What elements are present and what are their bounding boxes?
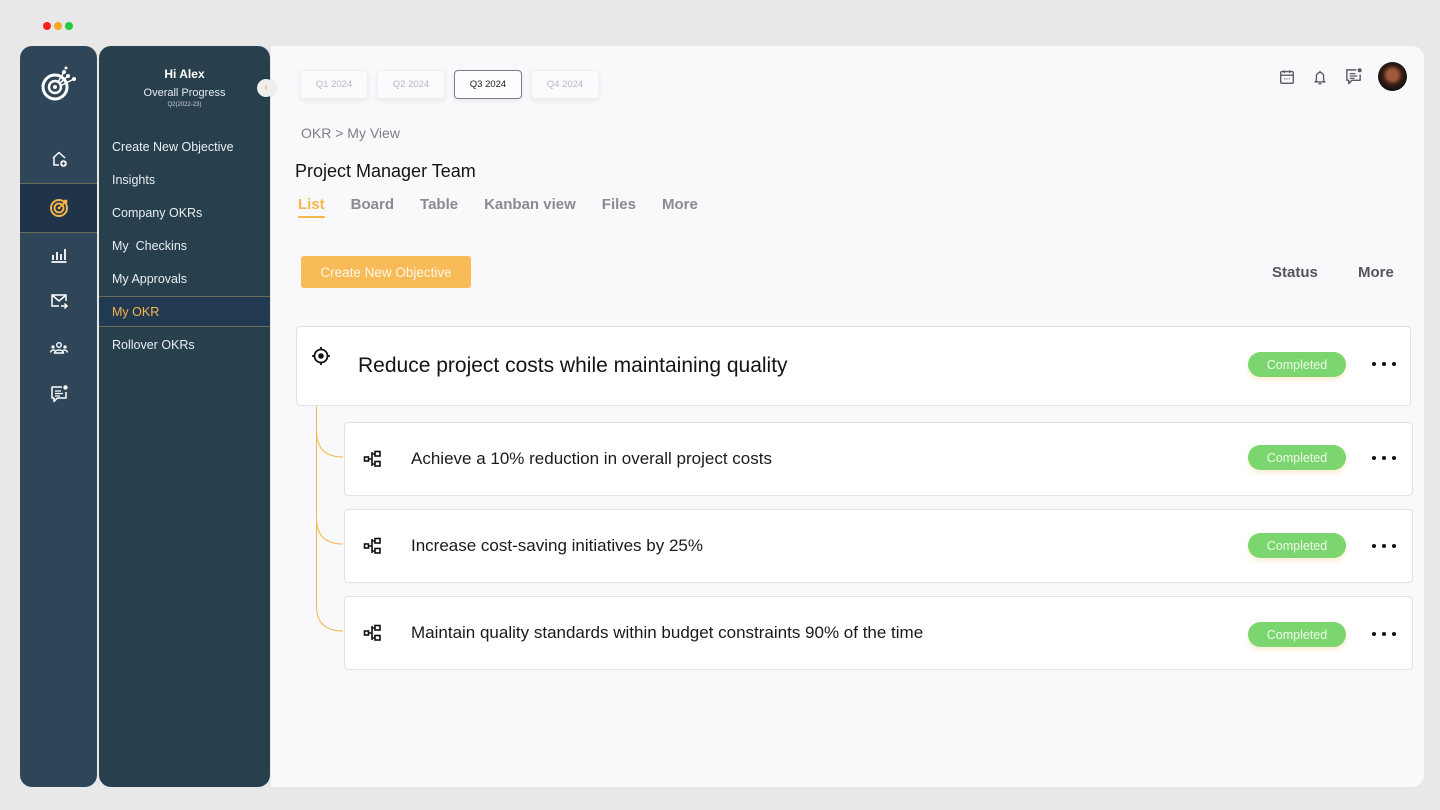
key-result-title: Increase cost-saving initiatives by 25% [411, 536, 703, 555]
home-add-icon [51, 151, 67, 167]
tab-list[interactable]: List [298, 196, 325, 219]
side-menu-item-create-objective[interactable]: Create New Objective [99, 130, 270, 163]
window-close-dot[interactable] [43, 22, 51, 30]
side-menu-item-my-approvals[interactable]: My Approvals [99, 262, 270, 295]
key-result-row[interactable]: Increase cost-saving initiatives by 25% … [344, 509, 1413, 583]
key-result-menu-button[interactable] [1372, 541, 1396, 551]
notifications-button[interactable] [1310, 67, 1330, 87]
page-title: Project Manager Team [295, 161, 476, 181]
key-result-menu-button[interactable] [1372, 629, 1396, 639]
side-menu: Create New Objective Insights Company OK… [99, 130, 270, 361]
calendar-button[interactable] [1277, 67, 1297, 87]
quarter-q2[interactable]: Q2 2024 [377, 70, 445, 99]
key-result-row[interactable]: Achieve a 10% reduction in overall proje… [344, 422, 1413, 496]
rail-item-mail[interactable] [20, 278, 97, 324]
tab-files[interactable]: Files [602, 196, 636, 219]
rail-item-analytics[interactable] [20, 231, 97, 277]
quarter-q1[interactable]: Q1 2024 [300, 70, 368, 99]
connector-line [316, 430, 344, 458]
key-result-menu-button[interactable] [1372, 453, 1396, 463]
side-menu-item-insights[interactable]: Insights [99, 163, 270, 196]
window-controls [43, 22, 73, 30]
collapse-sidebar-button[interactable]: ‹ [257, 79, 275, 97]
hierarchy-icon [363, 537, 381, 554]
rail-item-messages[interactable] [20, 371, 97, 417]
messages-button[interactable] [1343, 67, 1363, 87]
more-options-button[interactable]: More [1358, 264, 1394, 281]
hierarchy-icon [363, 624, 381, 641]
side-menu-item-my-checkins[interactable]: My Checkins [99, 229, 270, 262]
key-result-title: Maintain quality standards within budget… [411, 623, 924, 642]
view-tabs: List Board Table Kanban view Files More [298, 196, 724, 219]
key-result-row[interactable]: Maintain quality standards within budget… [344, 596, 1413, 670]
status-badge: Completed [1248, 533, 1346, 558]
target-crosshair-icon [312, 347, 330, 365]
status-filter-button[interactable]: Status [1272, 264, 1318, 281]
bar-chart-icon [51, 249, 66, 263]
user-avatar[interactable] [1378, 62, 1407, 91]
rail-item-okr[interactable] [20, 183, 97, 233]
quarter-q3[interactable]: Q3 2024 [454, 70, 522, 99]
rail-item-home[interactable] [20, 136, 97, 182]
side-menu-item-my-okr[interactable]: My OKR [99, 296, 270, 327]
tab-kanban-view[interactable]: Kanban view [484, 196, 576, 219]
progress-period: Q2(2022-23) [167, 102, 202, 108]
breadcrumb: OKR > My View [301, 125, 400, 141]
window-maximize-dot[interactable] [65, 22, 73, 30]
objective-menu-button[interactable] [1372, 359, 1396, 369]
main-content: Q1 2024 Q2 2024 Q3 2024 Q4 2024 OKR > My… [271, 46, 1424, 787]
side-menu-item-company-okrs[interactable]: Company OKRs [99, 196, 270, 229]
chevron-left-icon: ‹ [264, 82, 268, 94]
bell-icon [1314, 70, 1326, 84]
tab-table[interactable]: Table [420, 196, 458, 219]
overall-progress-label: Overall Progress [143, 87, 226, 99]
message-notification-icon [1345, 68, 1362, 85]
window-minimize-dot[interactable] [54, 22, 62, 30]
connector-line [316, 406, 344, 632]
status-badge: Completed [1248, 622, 1346, 647]
greeting: Hi Alex [164, 67, 205, 81]
calendar-icon [1280, 69, 1294, 84]
key-result-title: Achieve a 10% reduction in overall proje… [411, 449, 772, 468]
mail-forward-icon [50, 294, 68, 310]
objective-title: Reduce project costs while maintaining q… [358, 354, 788, 377]
connector-line [316, 517, 344, 545]
team-icon [49, 341, 68, 354]
icon-rail [20, 46, 97, 787]
status-badge: Completed [1248, 445, 1346, 470]
target-icon [49, 199, 68, 217]
target-network-logo [38, 62, 80, 104]
quarter-q4[interactable]: Q4 2024 [531, 70, 599, 99]
quarter-selector: Q1 2024 Q2 2024 Q3 2024 Q4 2024 [300, 70, 599, 99]
tab-more[interactable]: More [662, 196, 698, 219]
rail-item-team[interactable] [20, 325, 97, 371]
create-new-objective-button[interactable]: Create New Objective [301, 256, 471, 288]
status-badge: Completed [1248, 352, 1346, 377]
message-notification-icon [50, 385, 68, 403]
tab-board[interactable]: Board [351, 196, 394, 219]
header-actions [1277, 62, 1407, 91]
objective-card[interactable]: Reduce project costs while maintaining q… [296, 326, 1411, 406]
side-menu-item-rollover-okrs[interactable]: Rollover OKRs [99, 328, 270, 361]
side-panel: Hi Alex Overall Progress Q2(2022-23) Cre… [99, 46, 270, 787]
hierarchy-icon [363, 450, 381, 467]
